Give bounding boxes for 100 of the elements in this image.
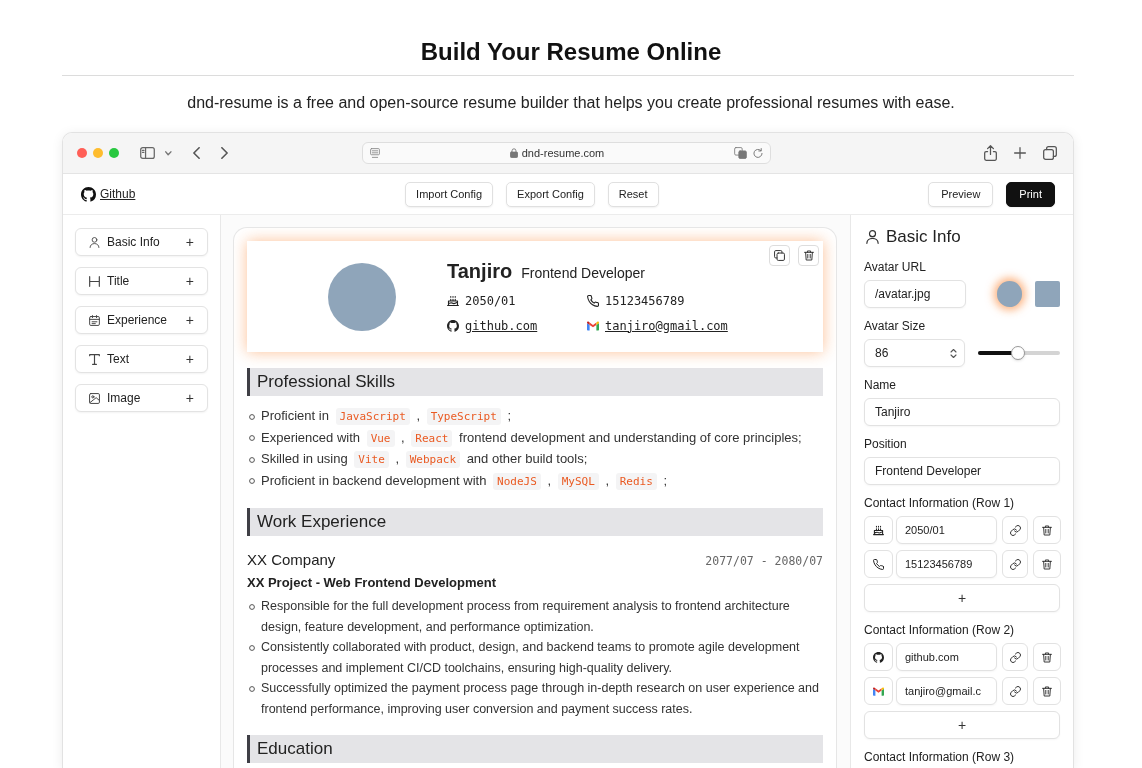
add-button[interactable]: + bbox=[185, 235, 194, 249]
link-icon bbox=[1009, 685, 1021, 697]
trash-icon bbox=[1042, 685, 1052, 697]
image-icon bbox=[89, 392, 100, 404]
github-link[interactable]: Github bbox=[81, 185, 136, 203]
add-button[interactable]: + bbox=[185, 391, 194, 405]
bullet-icon bbox=[249, 413, 255, 420]
sidebar-item[interactable]: Text + bbox=[75, 345, 208, 373]
github-icon bbox=[873, 651, 884, 663]
contact-text: 15123456789 bbox=[605, 292, 685, 310]
bullet-icon bbox=[249, 435, 255, 441]
plus-icon[interactable] bbox=[1014, 147, 1026, 159]
cake-icon bbox=[873, 524, 884, 536]
list-item-text: Successfully optimized the payment process page through in-depth research on user experience and frontend performance, improving user conversion and payment success rates. bbox=[261, 680, 820, 718]
delete-button[interactable] bbox=[798, 245, 819, 266]
phone-icon bbox=[873, 558, 884, 570]
link-button[interactable] bbox=[1002, 677, 1028, 705]
reload-icon[interactable] bbox=[753, 148, 763, 158]
add-button[interactable]: + bbox=[185, 352, 194, 366]
sidebar-item[interactable]: Basic Info + bbox=[75, 228, 208, 256]
toolbar-button[interactable]: Reset bbox=[607, 181, 659, 207]
text-input[interactable]: Tanjiro bbox=[864, 398, 1060, 426]
page-icon[interactable] bbox=[370, 148, 380, 158]
contact-input[interactable]: 2050/01 bbox=[896, 516, 997, 544]
github-icon bbox=[81, 186, 96, 202]
list-item-text: Proficient in JavaScript , TypeScript ; bbox=[261, 407, 512, 427]
icon-picker-button[interactable] bbox=[864, 643, 893, 671]
contact-link[interactable]: tanjiro@gmail.com bbox=[605, 316, 728, 335]
link-button[interactable] bbox=[1002, 550, 1028, 578]
contact-input[interactable]: tanjiro@gmail.c bbox=[896, 677, 997, 705]
delete-button[interactable] bbox=[1033, 677, 1061, 705]
field-label: Contact Information (Row 3) bbox=[864, 750, 1015, 764]
delete-button[interactable] bbox=[1033, 550, 1061, 578]
page-subtitle: dnd-resume is a free and open-source resume builder that helps you create professional resumes with ease. bbox=[187, 93, 955, 113]
list-item-text: Experienced with Vue , React frontend development and understanding of core principles; bbox=[261, 428, 802, 449]
avatar-url-input[interactable]: /avatar.jpg bbox=[864, 280, 966, 308]
calendar-icon bbox=[89, 314, 100, 326]
link-icon bbox=[1009, 524, 1021, 536]
add-contact-button[interactable]: + bbox=[864, 711, 1060, 739]
text-input[interactable]: Frontend Developer bbox=[864, 457, 1060, 485]
section-heading: Education bbox=[247, 735, 823, 763]
icon-picker-button[interactable] bbox=[864, 550, 893, 578]
sidebar-toggle-icon[interactable] bbox=[140, 147, 155, 159]
sidebar-item[interactable]: Image + bbox=[75, 384, 208, 412]
field-label: Avatar Size bbox=[864, 319, 926, 333]
stepper-icon[interactable] bbox=[950, 347, 958, 359]
link-button[interactable] bbox=[1002, 516, 1028, 544]
slider-thumb[interactable] bbox=[1010, 346, 1025, 360]
list-item-text: Skilled in using Vite , Webpack and other build tools; bbox=[261, 450, 588, 470]
window-close-icon[interactable] bbox=[77, 148, 87, 158]
back-icon[interactable] bbox=[193, 147, 200, 159]
add-contact-button[interactable]: + bbox=[864, 584, 1060, 612]
icon-picker-button[interactable] bbox=[864, 516, 893, 544]
bullet-icon bbox=[249, 478, 255, 484]
field-label: Avatar URL bbox=[864, 260, 926, 274]
chevron-down-icon[interactable] bbox=[165, 150, 172, 156]
overlapping-squares-icon[interactable] bbox=[734, 147, 747, 159]
text-icon bbox=[89, 353, 100, 365]
contact-text: 2050/01 bbox=[465, 292, 516, 310]
preview-button[interactable]: Preview bbox=[928, 181, 994, 207]
list-item-text: Consistently collaborated with product, design, and backend teams to promote agile development processes and implement CI/CD toolchains, ensuring high-quality delivery. bbox=[261, 639, 801, 677]
date-range: 2077/07 - 2080/07 bbox=[705, 553, 823, 570]
trash-icon bbox=[1042, 558, 1052, 570]
tabs-icon[interactable] bbox=[1043, 146, 1057, 160]
sidebar-item[interactable]: Experience + bbox=[75, 306, 208, 334]
sidebar-item[interactable]: Title + bbox=[75, 267, 208, 295]
resume-name: Tanjiro bbox=[447, 258, 513, 283]
link-button[interactable] bbox=[1002, 643, 1028, 671]
copy-icon bbox=[774, 250, 785, 261]
delete-button[interactable] bbox=[1033, 643, 1061, 671]
list-item-text: Responsible for the full development process from requirement analysis to frontend architecture design, feature development, and performance optimization. bbox=[261, 598, 791, 636]
heading-icon bbox=[89, 275, 100, 287]
resume-header-block[interactable]: Tanjiro Frontend Developer 2050/01 15123456789 github.com tanjiro@gmail.com bbox=[247, 241, 823, 352]
project-title: XX Project - Web Frontend Development bbox=[247, 574, 496, 592]
print-button[interactable]: Print bbox=[1006, 181, 1055, 207]
resume-position: Frontend Developer bbox=[521, 263, 645, 283]
list-item-text: Proficient in backend development with NodeJS , MySQL , Redis ; bbox=[261, 471, 667, 492]
forward-icon[interactable] bbox=[221, 147, 228, 159]
toolbar-button[interactable]: Export Config bbox=[506, 181, 595, 207]
address-bar[interactable]: dnd-resume.com bbox=[362, 142, 771, 164]
phone-icon bbox=[587, 294, 599, 307]
section-heading: Work Experience bbox=[247, 508, 823, 536]
toolbar-button[interactable]: Import Config bbox=[405, 181, 494, 207]
add-button[interactable]: + bbox=[185, 274, 194, 288]
trash-icon bbox=[1042, 524, 1052, 536]
page-title: Build Your Resume Online bbox=[420, 38, 722, 66]
contact-input[interactable]: 15123456789 bbox=[896, 550, 997, 578]
contact-link[interactable]: github.com bbox=[465, 316, 538, 335]
panel-title: Basic Info bbox=[886, 227, 961, 247]
lock-icon bbox=[509, 148, 518, 158]
copy-button[interactable] bbox=[769, 245, 790, 266]
bullet-icon bbox=[249, 456, 255, 463]
contact-input[interactable]: github.com bbox=[896, 643, 997, 671]
share-icon[interactable] bbox=[984, 145, 997, 161]
add-button[interactable]: + bbox=[185, 313, 194, 327]
field-label: Position bbox=[864, 437, 907, 451]
field-label: Name bbox=[864, 378, 896, 392]
delete-button[interactable] bbox=[1033, 516, 1061, 544]
avatar-size-slider[interactable] bbox=[978, 346, 1060, 360]
avatar-size-input[interactable]: 86 bbox=[864, 339, 966, 367]
